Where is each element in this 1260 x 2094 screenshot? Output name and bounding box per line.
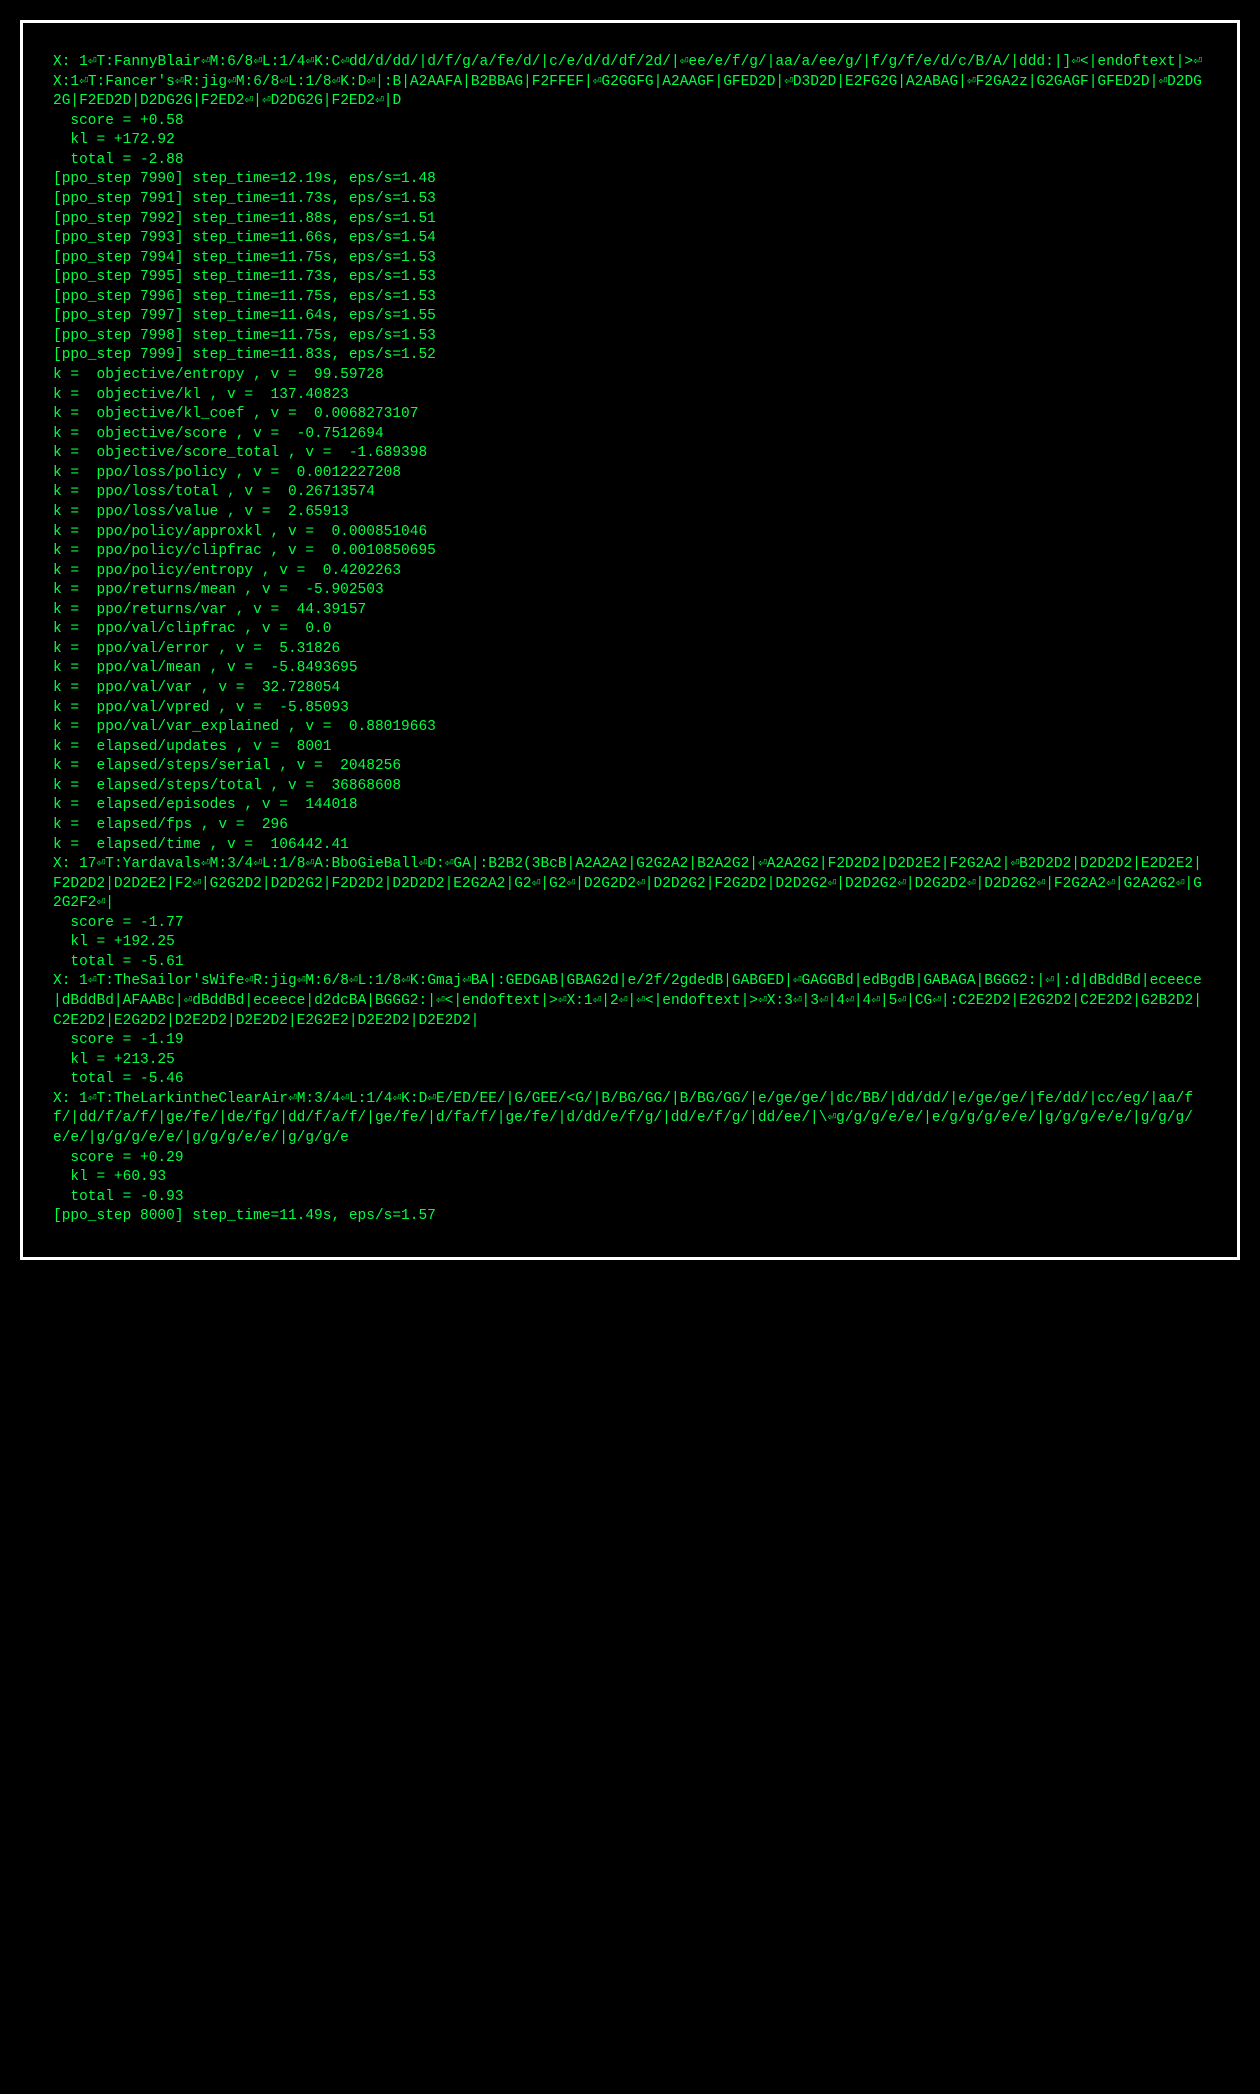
terminal-line: score = -1.77 — [53, 914, 1207, 934]
terminal-line: score = +0.58 — [53, 112, 1207, 132]
terminal-line: [ppo_step 7998] step_time=11.75s, eps/s=… — [53, 327, 1207, 347]
terminal-line: k = elapsed/updates , v = 8001 — [53, 738, 1207, 758]
terminal-line: total = -0.93 — [53, 1188, 1207, 1208]
terminal-line: k = elapsed/episodes , v = 144018 — [53, 796, 1207, 816]
terminal-line: k = elapsed/steps/serial , v = 2048256 — [53, 757, 1207, 777]
terminal-line: [ppo_step 8000] step_time=11.49s, eps/s=… — [53, 1207, 1207, 1227]
terminal-line: k = ppo/val/var_explained , v = 0.880196… — [53, 718, 1207, 738]
terminal-line: k = ppo/val/error , v = 5.31826 — [53, 640, 1207, 660]
terminal-output[interactable]: X: 1⏎T:FannyBlair⏎M:6/8⏎L:1/4⏎K:C⏎dd/d/d… — [53, 53, 1207, 1227]
terminal-line: score = +0.29 — [53, 1149, 1207, 1169]
terminal-line: [ppo_step 7994] step_time=11.75s, eps/s=… — [53, 249, 1207, 269]
terminal-line: k = ppo/val/var , v = 32.728054 — [53, 679, 1207, 699]
terminal-line: k = ppo/returns/mean , v = -5.902503 — [53, 581, 1207, 601]
terminal-line: X: 17⏎T:Yardavals⏎M:3/4⏎L:1/8⏎A:BboGieBa… — [53, 855, 1207, 914]
terminal-line: [ppo_step 7999] step_time=11.83s, eps/s=… — [53, 346, 1207, 366]
terminal-line: [ppo_step 7996] step_time=11.75s, eps/s=… — [53, 288, 1207, 308]
terminal-line: kl = +60.93 — [53, 1168, 1207, 1188]
terminal-line: [ppo_step 7992] step_time=11.88s, eps/s=… — [53, 210, 1207, 230]
terminal-line: total = -2.88 — [53, 151, 1207, 171]
terminal-line: [ppo_step 7990] step_time=12.19s, eps/s=… — [53, 170, 1207, 190]
terminal-line: k = elapsed/time , v = 106442.41 — [53, 836, 1207, 856]
terminal-line: X: 1⏎T:FannyBlair⏎M:6/8⏎L:1/4⏎K:C⏎dd/d/d… — [53, 53, 1207, 112]
terminal-line: k = ppo/returns/var , v = 44.39157 — [53, 601, 1207, 621]
terminal-line: [ppo_step 7995] step_time=11.73s, eps/s=… — [53, 268, 1207, 288]
terminal-line: k = ppo/loss/total , v = 0.26713574 — [53, 483, 1207, 503]
terminal-line: k = elapsed/fps , v = 296 — [53, 816, 1207, 836]
terminal-line: kl = +172.92 — [53, 131, 1207, 151]
terminal-line: total = -5.61 — [53, 953, 1207, 973]
terminal-line: k = objective/score_total , v = -1.68939… — [53, 444, 1207, 464]
terminal-line: kl = +192.25 — [53, 933, 1207, 953]
terminal-line: k = ppo/policy/approxkl , v = 0.00085104… — [53, 523, 1207, 543]
terminal-line: k = ppo/val/clipfrac , v = 0.0 — [53, 620, 1207, 640]
terminal-line: score = -1.19 — [53, 1031, 1207, 1051]
terminal-line: k = ppo/val/vpred , v = -5.85093 — [53, 699, 1207, 719]
terminal-line: kl = +213.25 — [53, 1051, 1207, 1071]
terminal-line: k = ppo/loss/policy , v = 0.0012227208 — [53, 464, 1207, 484]
terminal-window: X: 1⏎T:FannyBlair⏎M:6/8⏎L:1/4⏎K:C⏎dd/d/d… — [20, 20, 1240, 1260]
terminal-line: k = ppo/val/mean , v = -5.8493695 — [53, 659, 1207, 679]
terminal-line: k = objective/kl_coef , v = 0.0068273107 — [53, 405, 1207, 425]
terminal-line: k = ppo/loss/value , v = 2.65913 — [53, 503, 1207, 523]
terminal-line: [ppo_step 7991] step_time=11.73s, eps/s=… — [53, 190, 1207, 210]
terminal-line: k = ppo/policy/entropy , v = 0.4202263 — [53, 562, 1207, 582]
terminal-line: X: 1⏎T:TheSailor'sWife⏎R:jig⏎M:6/8⏎L:1/8… — [53, 972, 1207, 1031]
terminal-line: total = -5.46 — [53, 1070, 1207, 1090]
terminal-line: [ppo_step 7997] step_time=11.64s, eps/s=… — [53, 307, 1207, 327]
terminal-line: [ppo_step 7993] step_time=11.66s, eps/s=… — [53, 229, 1207, 249]
terminal-line: k = objective/entropy , v = 99.59728 — [53, 366, 1207, 386]
terminal-line: k = objective/score , v = -0.7512694 — [53, 425, 1207, 445]
terminal-line: k = ppo/policy/clipfrac , v = 0.00108506… — [53, 542, 1207, 562]
terminal-line: k = elapsed/steps/total , v = 36868608 — [53, 777, 1207, 797]
terminal-line: k = objective/kl , v = 137.40823 — [53, 386, 1207, 406]
terminal-line: X: 1⏎T:TheLarkintheClearAir⏎M:3/4⏎L:1/4⏎… — [53, 1090, 1207, 1149]
